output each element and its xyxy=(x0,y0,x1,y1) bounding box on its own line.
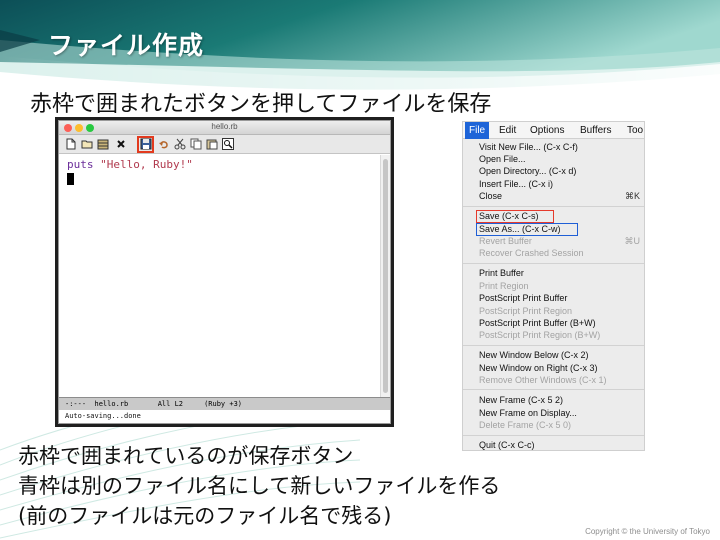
code-keyword: puts xyxy=(67,158,94,171)
menu-item-print-buffer[interactable]: Print Buffer xyxy=(479,267,524,279)
mode-line: -:--- hello.rb All L2 (Ruby +3) xyxy=(59,397,390,410)
menu-item-new-frame-display[interactable]: New Frame on Display... xyxy=(479,407,577,419)
emacs-window-frame: hello.rb puts "Hello, Ruby!" -:--- hello… xyxy=(55,117,394,427)
note-line: 赤枠で囲まれているのが保存ボタン xyxy=(18,444,354,468)
note-line: (前のファイルは元のファイル名で残る) xyxy=(18,504,392,528)
slide-subtitle: 赤枠で囲まれたボタンを押してファイルを保存 xyxy=(30,92,492,117)
menu-item-ps-print-buffer[interactable]: PostScript Print Buffer xyxy=(479,292,567,304)
slide-notes: 赤枠で囲まれているのが保存ボタン 青枠は別のファイル名にして新しいファイルを作る… xyxy=(18,441,500,531)
menu-item-ps-print-region: PostScript Print Region xyxy=(479,306,573,316)
menu-item-new-frame[interactable]: New Frame (C-x 5 2) xyxy=(479,394,563,406)
menubar-file[interactable]: File xyxy=(465,122,490,139)
menubar-tools[interactable]: Too xyxy=(623,122,644,139)
menu-shortcut-close: ⌘K xyxy=(624,191,640,201)
menu-item-open-directory[interactable]: Open Directory... (C-x d) xyxy=(479,165,576,177)
editor-buffer[interactable]: puts "Hello, Ruby!" xyxy=(59,155,380,397)
open-directory-icon[interactable] xyxy=(97,138,109,150)
menu-item-revert-buffer: Revert Buffer xyxy=(479,236,532,246)
menu-separator xyxy=(463,345,644,346)
code-string: "Hello, Ruby!" xyxy=(100,158,193,171)
save-button-highlight xyxy=(137,136,154,153)
menu-item-ps-print-region-bw: PostScript Print Region (B+W) xyxy=(479,330,601,340)
menu-item-open-file[interactable]: Open File... xyxy=(479,153,526,165)
search-icon[interactable] xyxy=(222,138,234,150)
menu-item-recover-session: Recover Crashed Session xyxy=(479,248,584,258)
menu-separator xyxy=(463,263,644,264)
code-line: puts "Hello, Ruby!" xyxy=(67,158,372,171)
menu-item-insert-file[interactable]: Insert File... (C-x i) xyxy=(479,178,553,190)
menu-item-close[interactable]: Close xyxy=(479,190,502,202)
scrollbar-thumb[interactable] xyxy=(383,159,388,393)
menu-bar: File Edit Options Buffers Too xyxy=(463,122,644,139)
save-as-highlight-box xyxy=(476,223,578,236)
minibuffer[interactable]: Auto-saving...done xyxy=(59,410,390,423)
copy-icon[interactable] xyxy=(190,138,202,150)
save-highlight-box xyxy=(476,210,554,223)
open-folder-icon[interactable] xyxy=(81,138,93,150)
menu-separator xyxy=(463,389,644,390)
window-titlebar[interactable]: hello.rb xyxy=(59,121,390,135)
undo-icon[interactable] xyxy=(158,138,170,150)
menu-separator xyxy=(463,206,644,207)
menu-item-remove-other-windows: Remove Other Windows (C-x 1) xyxy=(479,375,607,385)
menubar-options[interactable]: Options xyxy=(526,122,568,139)
menu-item-ps-print-buffer-bw[interactable]: PostScript Print Buffer (B+W) xyxy=(479,317,596,329)
note-line: 青枠は別のファイル名にして新しいファイルを作る xyxy=(18,474,501,498)
file-menu-panel: File Edit Options Buffers Too Visit New … xyxy=(462,121,645,451)
copyright: Copyright © the University of Tokyo xyxy=(585,527,710,536)
slide-title: ファイル作成 xyxy=(48,31,205,60)
emacs-window: hello.rb puts "Hello, Ruby!" -:--- hello… xyxy=(58,120,391,424)
menu-shortcut-revert: ⌘U xyxy=(624,236,641,246)
menu-separator xyxy=(463,435,644,436)
menu-item-new-window-below[interactable]: New Window Below (C-x 2) xyxy=(479,349,589,361)
cut-icon[interactable] xyxy=(174,138,186,150)
editor-scrollbar[interactable] xyxy=(380,155,390,397)
menu-item-new-window-right[interactable]: New Window on Right (C-x 3) xyxy=(479,362,598,374)
menubar-edit[interactable]: Edit xyxy=(495,122,520,139)
paste-icon[interactable] xyxy=(206,138,218,150)
menubar-buffers[interactable]: Buffers xyxy=(576,122,616,139)
menu-item-print-region: Print Region xyxy=(479,281,529,291)
menu-item-delete-frame: Delete Frame (C-x 5 0) xyxy=(479,420,572,430)
close-x-icon[interactable] xyxy=(115,138,127,150)
window-title: hello.rb xyxy=(211,122,238,131)
menu-item-visit-new-file[interactable]: Visit New File... (C-x C-f) xyxy=(479,141,578,153)
new-file-icon[interactable] xyxy=(65,138,77,150)
text-cursor xyxy=(67,173,74,185)
emacs-toolbar xyxy=(59,135,390,154)
